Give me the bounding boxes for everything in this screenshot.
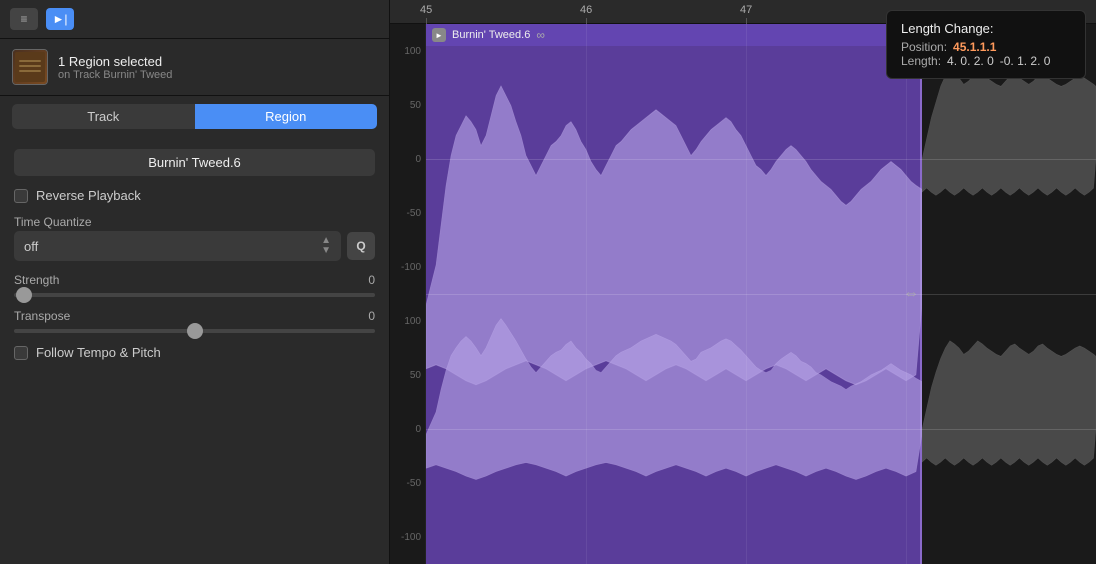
menu-button[interactable]: ≡ bbox=[10, 8, 38, 30]
region-name-label: Burnin' Tweed.6 bbox=[452, 29, 530, 41]
region-play-icon[interactable]: ► bbox=[432, 28, 446, 42]
time-quantize-value: off bbox=[24, 239, 38, 254]
tooltip-length-row: Length: 4. 0. 2. 0 -0. 1. 2. 0 bbox=[901, 54, 1071, 68]
transpose-section: Transpose 0 bbox=[14, 309, 375, 333]
q-button[interactable]: Q bbox=[347, 232, 375, 260]
transpose-label: Transpose bbox=[14, 309, 70, 323]
y-label-50-bot: 50 bbox=[410, 370, 421, 381]
strength-value: 0 bbox=[368, 273, 375, 287]
strength-thumb[interactable] bbox=[16, 287, 32, 303]
right-panel: 45 46 47 100 50 0 -50 -100 100 50 0 -50 … bbox=[390, 0, 1096, 564]
tab-region[interactable]: Region bbox=[195, 104, 378, 129]
tooltip-delta-value: -0. 1. 2. 0 bbox=[1000, 54, 1051, 68]
zero-line-top bbox=[426, 159, 1096, 160]
reverse-playback-row: Reverse Playback bbox=[14, 188, 375, 203]
tab-track[interactable]: Track bbox=[12, 104, 195, 129]
y-label-50-mid: -50 bbox=[407, 208, 421, 219]
waveform-track-area: ► Burnin' Tweed.6 ∞ bbox=[426, 24, 1096, 564]
region-thumbnail bbox=[12, 49, 48, 85]
region-text: 1 Region selected on Track Burnin' Tweed bbox=[58, 54, 172, 81]
link-icon: ∞ bbox=[536, 28, 545, 42]
region-selected-title: 1 Region selected bbox=[58, 54, 172, 69]
ruler-mark-47: 47 bbox=[740, 4, 752, 24]
ruler-mark-45: 45 bbox=[420, 4, 432, 24]
y-label-100-mid: -100 bbox=[401, 262, 421, 273]
transpose-slider[interactable] bbox=[14, 329, 375, 333]
region-info: 1 Region selected on Track Burnin' Tweed bbox=[0, 39, 389, 96]
form-area: Reverse Playback Time Quantize off ▲▼ Q … bbox=[0, 137, 389, 564]
tooltip-length-label: Length: bbox=[901, 54, 941, 68]
time-quantize-row: off ▲▼ Q bbox=[14, 231, 375, 261]
y-label-100-top: 100 bbox=[404, 46, 421, 57]
waveform-area: 100 50 0 -50 -100 100 50 0 -50 -100 ► Bu… bbox=[390, 24, 1096, 564]
y-label-0-bot: 0 bbox=[415, 424, 421, 435]
strength-section: Strength 0 bbox=[14, 273, 375, 297]
transport-icon: ►| bbox=[53, 12, 68, 26]
ruler-mark-46: 46 bbox=[580, 4, 592, 24]
y-axis: 100 50 0 -50 -100 100 50 0 -50 -100 bbox=[390, 24, 426, 564]
strength-row: Strength 0 bbox=[14, 273, 375, 289]
y-label-50-top: 50 bbox=[410, 100, 421, 111]
y-label-m100-bot: -100 bbox=[401, 532, 421, 543]
region-header: ► Burnin' Tweed.6 ∞ bbox=[426, 24, 920, 46]
reverse-playback-label: Reverse Playback bbox=[36, 188, 141, 203]
y-label-m50-bot: -50 bbox=[407, 478, 421, 489]
region-track-subtitle: on Track Burnin' Tweed bbox=[58, 69, 172, 81]
transpose-value: 0 bbox=[368, 309, 375, 323]
header-bar: ≡ ►| bbox=[0, 0, 389, 39]
zero-line-bottom bbox=[426, 429, 1096, 430]
region-name-input[interactable] bbox=[14, 149, 375, 176]
strength-slider[interactable] bbox=[14, 293, 375, 297]
transpose-thumb[interactable] bbox=[187, 323, 203, 339]
time-quantize-label: Time Quantize bbox=[14, 215, 375, 229]
tooltip-box: Length Change: Position: 45.1.1.1 Length… bbox=[886, 10, 1086, 79]
tab-row: Track Region bbox=[0, 96, 389, 137]
zero-line-divider bbox=[426, 294, 1096, 295]
tooltip-title: Length Change: bbox=[901, 21, 1071, 36]
tooltip-length-value: 4. 0. 2. 0 bbox=[947, 54, 994, 68]
waveform-svg-bottom bbox=[426, 305, 922, 564]
tooltip-position-value: 45.1.1.1 bbox=[953, 40, 996, 54]
time-quantize-select[interactable]: off ▲▼ bbox=[14, 231, 341, 261]
tooltip-position-row: Position: 45.1.1.1 bbox=[901, 40, 1071, 54]
strength-label: Strength bbox=[14, 273, 59, 287]
follow-tempo-checkbox[interactable] bbox=[14, 346, 28, 360]
menu-icon: ≡ bbox=[20, 12, 27, 26]
y-label-0-top: 0 bbox=[415, 154, 421, 165]
y-label-100-bot-top: 100 bbox=[404, 316, 421, 327]
transport-button[interactable]: ►| bbox=[46, 8, 74, 30]
time-quantize-section: Time Quantize off ▲▼ Q bbox=[14, 215, 375, 261]
reverse-playback-checkbox[interactable] bbox=[14, 189, 28, 203]
tooltip-position-label: Position: bbox=[901, 40, 947, 54]
follow-tempo-label: Follow Tempo & Pitch bbox=[36, 345, 161, 360]
thumbnail-inner bbox=[13, 50, 47, 84]
select-arrows-icon: ▲▼ bbox=[321, 236, 331, 256]
follow-tempo-row: Follow Tempo & Pitch bbox=[14, 345, 375, 360]
left-panel: ≡ ►| 1 Region selected on Track Burnin' … bbox=[0, 0, 390, 564]
